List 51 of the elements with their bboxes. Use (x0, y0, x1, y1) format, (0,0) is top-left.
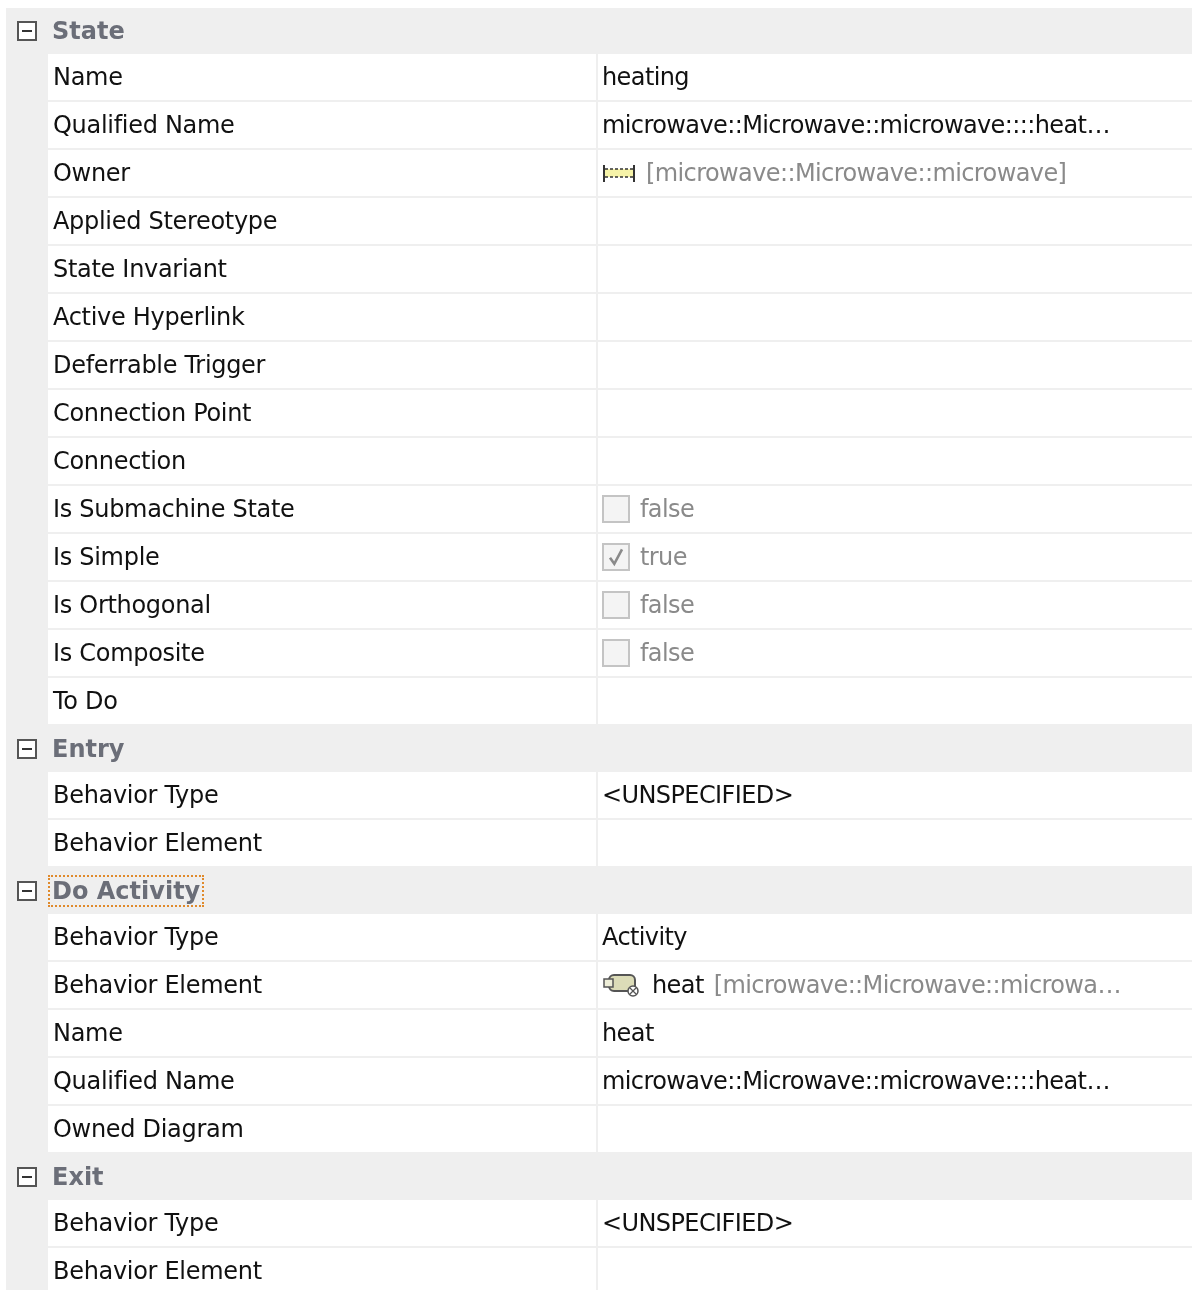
property-value: Activity (602, 923, 687, 951)
property-value: microwave::Microwave::microwave::::heat… (602, 1067, 1110, 1095)
property-label: Behavior Type (48, 772, 598, 818)
checkbox-label: false (640, 495, 695, 523)
property-label: Active Hyperlink (48, 294, 598, 340)
section-title: Do Activity (48, 875, 205, 907)
property-label: Behavior Type (48, 1200, 598, 1246)
property-label: Is Submachine State (48, 486, 598, 532)
element-path: [microwave::Microwave::microwave] (646, 159, 1067, 187)
collapse-icon[interactable] (16, 880, 38, 902)
property-label: Deferrable Trigger (48, 342, 598, 388)
property-value: <UNSPECIFIED> (602, 1209, 794, 1237)
checkbox-label: true (640, 543, 687, 571)
property-label: Connection (48, 438, 598, 484)
checkbox[interactable] (602, 591, 630, 619)
property-value: <UNSPECIFIED> (602, 781, 794, 809)
checkbox[interactable] (602, 639, 630, 667)
section-title: State (51, 16, 126, 47)
activity-icon (602, 972, 642, 998)
section-title: Exit (51, 1162, 105, 1193)
element-name: heat (652, 971, 704, 999)
property-label: Qualified Name (48, 102, 598, 148)
property-label: Is Composite (48, 630, 598, 676)
property-label: Name (48, 1010, 598, 1056)
checkbox-label: false (640, 639, 695, 667)
checkbox[interactable] (602, 543, 630, 571)
property-label: Is Simple (48, 534, 598, 580)
property-label: To Do (48, 678, 598, 724)
property-value: microwave::Microwave::microwave::::heat… (602, 111, 1110, 139)
property-label: Owner (48, 150, 598, 196)
property-label: Behavior Element (48, 820, 598, 866)
property-label: Connection Point (48, 390, 598, 436)
property-label: Applied Stereotype (48, 198, 598, 244)
property-label: Behavior Element (48, 962, 598, 1008)
property-label: Behavior Type (48, 914, 598, 960)
region-icon (602, 162, 636, 184)
collapse-icon[interactable] (16, 738, 38, 760)
property-label: Name (48, 54, 598, 100)
property-label: Behavior Element (48, 1248, 598, 1290)
property-value: heating (602, 63, 689, 91)
checkbox[interactable] (602, 495, 630, 523)
section-title: Entry (51, 734, 126, 765)
collapse-icon[interactable] (16, 1166, 38, 1188)
property-label: State Invariant (48, 246, 598, 292)
property-label: Is Orthogonal (48, 582, 598, 628)
collapse-icon[interactable] (16, 20, 38, 42)
checkbox-label: false (640, 591, 695, 619)
element-path: [microwave::Microwave::microwa… (713, 971, 1121, 999)
property-value: heat (602, 1019, 654, 1047)
property-label: Qualified Name (48, 1058, 598, 1104)
property-label: Owned Diagram (48, 1106, 598, 1152)
